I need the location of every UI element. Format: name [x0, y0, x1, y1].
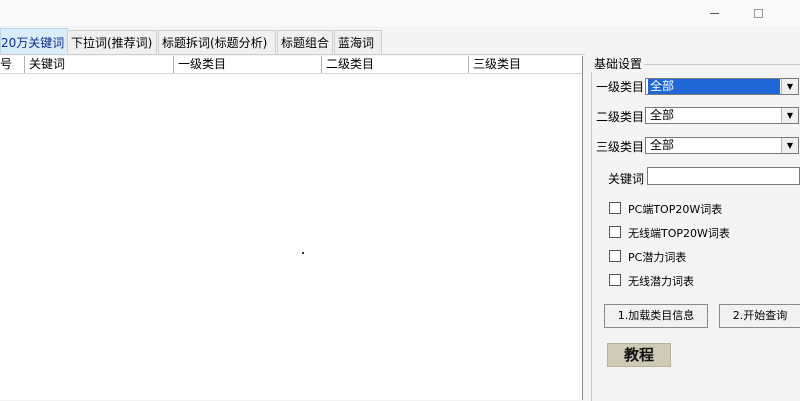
column-category-2[interactable]: 二级类目 — [322, 56, 469, 73]
column-category-3[interactable]: 三级类目 — [469, 56, 582, 73]
settings-group-title: 基础设置 — [589, 56, 645, 72]
checkbox-box[interactable] — [609, 202, 621, 214]
column-keyword[interactable]: 关键词 — [25, 56, 174, 73]
category1-select[interactable]: 全部 ▼ — [645, 78, 799, 95]
list-header: 号 关键词 一级类目 二级类目 三级类目 — [0, 56, 582, 74]
category3-select[interactable]: 全部 ▼ — [645, 137, 799, 154]
category1-value: 全部 — [648, 79, 780, 94]
start-query-button[interactable]: 2.开始查询 — [719, 304, 800, 328]
title-bar — [0, 0, 800, 26]
tab-blue-ocean-words[interactable]: 蓝海词 — [334, 30, 382, 54]
tutorial-button[interactable]: 教程 — [607, 343, 671, 367]
category3-value: 全部 — [650, 138, 675, 152]
checkbox-box[interactable] — [609, 274, 621, 286]
column-index[interactable]: 号 — [0, 56, 25, 73]
checkbox-mobile-potential[interactable]: 无线潜力词表 — [609, 274, 694, 290]
category1-label: 一级类目 — [596, 80, 645, 94]
checkbox-box[interactable] — [609, 250, 621, 262]
checkbox-label: 无线端TOP20W词表 — [628, 227, 730, 240]
stray-dot — [302, 252, 304, 254]
tab-dropdown-words[interactable]: 下拉词(推荐词) — [67, 30, 157, 54]
keyword-input[interactable] — [647, 167, 800, 185]
keyword-label: 关键词 — [608, 172, 645, 186]
checkbox-label: PC潜力词表 — [628, 251, 687, 264]
tab-title-split[interactable]: 标题拆词(标题分析) — [158, 30, 276, 54]
chevron-down-icon[interactable]: ▼ — [781, 138, 798, 153]
checkbox-pc-top20w[interactable]: PC端TOP20W词表 — [609, 202, 722, 218]
category2-select[interactable]: 全部 ▼ — [645, 107, 799, 124]
tab-200k-keywords[interactable]: 20万关键词 — [0, 28, 68, 55]
category2-value: 全部 — [650, 108, 675, 122]
category3-label: 三级类目 — [596, 140, 645, 154]
tab-divider — [0, 54, 585, 55]
chevron-down-icon[interactable]: ▼ — [781, 79, 798, 94]
column-category-1[interactable]: 一级类目 — [174, 56, 322, 73]
checkbox-label: 无线潜力词表 — [628, 275, 694, 288]
checkbox-pc-potential[interactable]: PC潜力词表 — [609, 250, 686, 266]
keyword-list-view[interactable]: 号 关键词 一级类目 二级类目 三级类目 — [0, 56, 583, 400]
chevron-down-icon[interactable]: ▼ — [781, 108, 798, 123]
category2-label: 二级类目 — [596, 110, 645, 124]
load-category-button[interactable]: 1.加载类目信息 — [604, 304, 708, 328]
maximize-button[interactable] — [746, 4, 770, 22]
minimize-button[interactable] — [703, 4, 727, 22]
tab-strip: 20万关键词 下拉词(推荐词) 标题拆词(标题分析) 标题组合 蓝海词 — [0, 28, 585, 55]
checkbox-box[interactable] — [609, 226, 621, 238]
tab-title-combine[interactable]: 标题组合 — [277, 30, 333, 54]
checkbox-label: PC端TOP20W词表 — [628, 203, 723, 216]
checkbox-mobile-top20w[interactable]: 无线端TOP20W词表 — [609, 226, 730, 242]
